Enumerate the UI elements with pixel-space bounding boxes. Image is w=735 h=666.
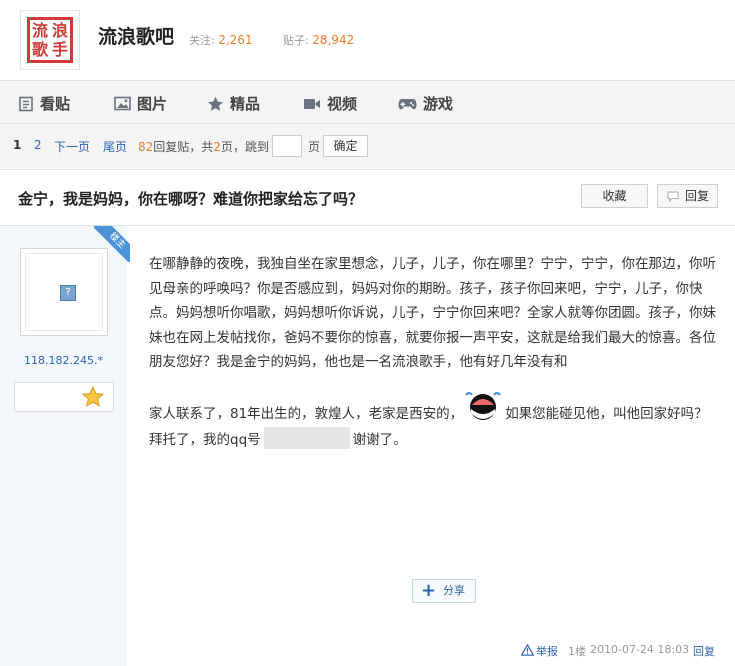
reply-count: 82 (138, 140, 154, 154)
author-column: ? 118.182.245.* (0, 226, 127, 666)
logo-char: 流 (31, 21, 48, 40)
redacted-qq (263, 426, 350, 449)
thread-title: 金宁，我是妈妈，你在哪呀？难道你把家给忘了吗？ (18, 190, 364, 208)
collect-button[interactable]: 收藏 (581, 184, 648, 208)
gamepad-icon (398, 98, 417, 109)
crying-emoticon-icon (463, 388, 504, 427)
post-text: 家人联系了，81年出生的，敦煌人，老家是西安的， (149, 405, 464, 422)
share-label: 分享 (443, 584, 465, 597)
star-icon (208, 96, 223, 111)
logo-char: 手 (51, 40, 68, 59)
author-ip: 118.182.245.* (24, 354, 103, 367)
nav-label: 精品 (230, 95, 261, 113)
logo-char: 歌 (31, 40, 48, 59)
nav-item-featured[interactable]: 精品 (207, 93, 260, 114)
posts-label: 贴子: (283, 34, 309, 47)
image-icon (114, 96, 131, 111)
share-button[interactable]: + 分享 (412, 579, 476, 603)
nav-label: 游戏 (423, 95, 454, 113)
page-link-2[interactable]: 2 (34, 138, 42, 152)
nav-item-images[interactable]: 图片 (114, 93, 167, 114)
report-link[interactable]: 举报 (536, 643, 558, 659)
follow-stat: 关注: 2,261 (189, 32, 253, 48)
broken-image-icon: ? (60, 285, 76, 301)
warning-icon (521, 644, 534, 656)
nav-label: 图片 (137, 95, 168, 113)
page-unit-label: 页 (308, 140, 321, 154)
forum-logo[interactable]: 流 浪 歌 手 (20, 10, 80, 70)
total-pages: 2 (213, 140, 221, 154)
video-camera-icon (304, 98, 320, 109)
posts-stat: 贴子: 28,942 (283, 32, 354, 48)
level-star-icon (82, 386, 104, 407)
last-page-link[interactable]: 尾页 (103, 138, 127, 155)
nav-item-games[interactable]: 游戏 (398, 93, 453, 114)
follow-label: 关注: (189, 34, 215, 47)
author-level-box (14, 382, 114, 412)
document-icon (19, 96, 33, 111)
nav-label: 看贴 (40, 95, 71, 113)
logo-char: 浪 (51, 21, 68, 40)
reply-button[interactable]: 回复 (657, 184, 718, 208)
post-text: 在哪静静的夜晚，我独自坐在家里想念，儿子，儿子，你在哪里？宁宁，宁宁，你在那边，… (149, 256, 716, 370)
post-text: 谢谢了。 (352, 431, 407, 448)
jump-label: 页，跳到 (220, 140, 269, 154)
floor-number: 1楼 (568, 645, 586, 658)
reply-summary: 82回复贴，共2页，跳到 (138, 138, 269, 155)
forum-header: 流 浪 歌 手 流浪歌吧 关注: 2,261 贴子: 28,942 (0, 0, 735, 80)
jump-confirm-button[interactable]: 确定 (323, 135, 368, 157)
thread-title-bar: 金宁，我是妈妈，你在哪呀？难道你把家给忘了吗？ 收藏 回复 (0, 170, 735, 226)
nav-item-posts[interactable]: 看贴 (18, 93, 70, 114)
avatar-inner: ? (25, 253, 103, 331)
speech-bubble-icon (667, 191, 679, 202)
forum-name[interactable]: 流浪歌吧 (98, 22, 174, 49)
reply-summary-label: 回复贴，共 (153, 140, 214, 154)
forum-nav: 看贴 图片 精品 视频 游戏 (0, 80, 735, 124)
next-page-link[interactable]: 下一页 (54, 138, 90, 155)
post-reply-link[interactable]: 回复 (693, 643, 715, 659)
thread-starter-badge: 楼主 (94, 226, 130, 262)
post-timestamp: 2010-07-24 18:03 (590, 643, 690, 656)
post-content: 在哪静静的夜晚，我独自坐在家里想念，儿子，儿子，你在哪里？宁宁，宁宁，你在那边，… (149, 252, 721, 452)
jump-page-input[interactable] (272, 135, 302, 157)
nav-item-video[interactable]: 视频 (303, 93, 357, 114)
badge-label: 楼主 (94, 226, 130, 262)
reply-button-label: 回复 (685, 189, 710, 203)
posts-count: 28,942 (312, 33, 355, 47)
nav-label: 视频 (327, 95, 358, 113)
follow-count: 2,261 (218, 33, 253, 47)
page-current: 1 (13, 138, 22, 152)
seal-logo: 流 浪 歌 手 (27, 17, 73, 63)
plus-icon: + (421, 580, 437, 601)
